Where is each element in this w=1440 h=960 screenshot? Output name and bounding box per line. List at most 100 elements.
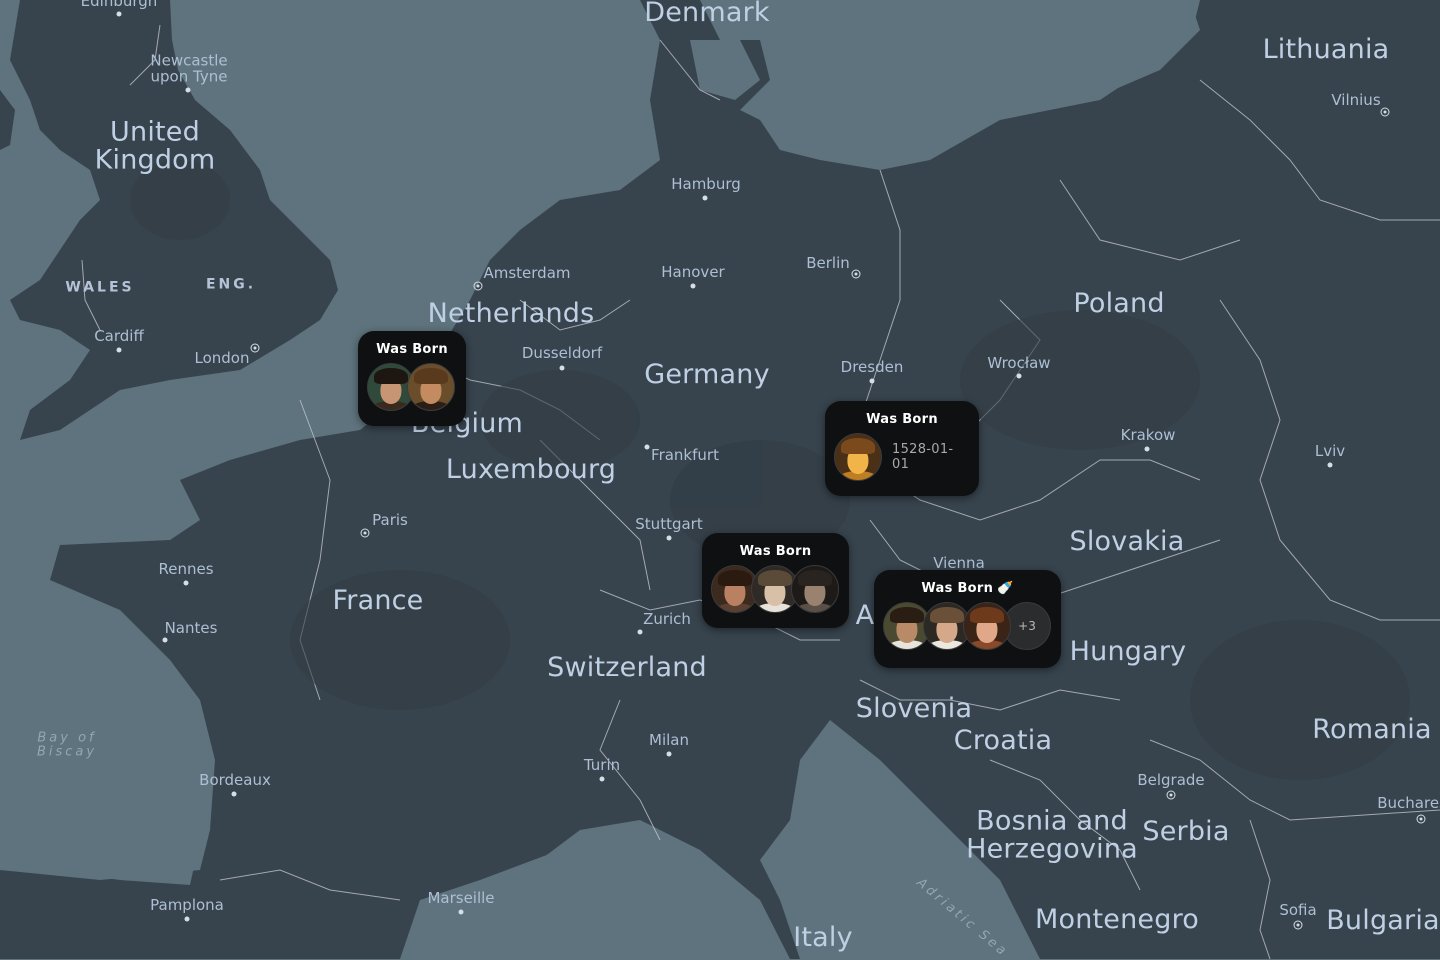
marker-title: Was Born 🍼	[883, 580, 1052, 600]
marker-card-bavaria[interactable]: Was Born	[702, 533, 849, 628]
city-dot-icon-hamburg	[702, 195, 708, 201]
city-label-belgrade: Belgrade	[1137, 771, 1205, 790]
portrait-hair	[414, 367, 448, 385]
marker-title: Was Born	[866, 412, 938, 427]
city-label-krakow: Krakow	[1120, 426, 1176, 445]
city-label-lviv: Lviv	[1314, 442, 1346, 461]
city-dot-icon-newcastle-upon-tyne	[185, 87, 191, 93]
portrait-avatar[interactable]	[791, 565, 839, 613]
capital-marker-icon-sofia	[1293, 920, 1303, 930]
city-label-dusseldorf: Dusseldorf	[521, 344, 603, 363]
portrait-avatar[interactable]	[834, 433, 882, 481]
country-label-austria-partial: A	[855, 599, 875, 631]
city-label-nantes: Nantes	[164, 619, 218, 638]
country-label-luxembourg: Luxembourg	[445, 453, 617, 485]
capital-marker-icon-amsterdam	[473, 281, 483, 291]
city-dot-icon-frankfurt	[644, 444, 650, 450]
capital-marker-icon-vilnius	[1380, 107, 1390, 117]
country-label-montenegro: Montenegro	[1034, 903, 1200, 935]
capital-marker-icon-london	[250, 343, 260, 353]
city-label-dresden: Dresden	[840, 358, 904, 377]
country-label-france: France	[332, 584, 424, 616]
region-label-eng: ENG.	[205, 276, 257, 293]
marker-title: Was Born	[376, 342, 448, 357]
country-label-united-kingdom: United Kingdom	[94, 116, 216, 176]
city-label-london: London	[194, 349, 250, 368]
city-dot-icon-dusseldorf	[559, 365, 565, 371]
city-label-vilnius: Vilnius	[1331, 91, 1381, 110]
city-label-hanover: Hanover	[661, 263, 725, 282]
country-label-slovakia: Slovakia	[1069, 525, 1185, 557]
city-label-cardiff: Cardiff	[94, 327, 144, 346]
capital-marker-icon-paris	[360, 528, 370, 538]
portrait-hair	[890, 606, 924, 624]
city-label-sofia: Sofia	[1279, 901, 1317, 920]
country-label-croatia: Croatia	[953, 724, 1053, 756]
country-label-poland: Poland	[1073, 287, 1165, 319]
city-label-rennes: Rennes	[158, 560, 214, 579]
country-label-serbia: Serbia	[1142, 815, 1230, 847]
country-label-italy: Italy	[793, 921, 853, 953]
city-dot-icon-wroc-aw	[1016, 373, 1022, 379]
country-label-switzerland: Switzerland	[547, 651, 707, 683]
city-dot-icon-milan	[666, 751, 672, 757]
city-label-pamplona: Pamplona	[150, 896, 224, 915]
city-label-turin: Turin	[583, 756, 621, 775]
city-dot-icon-marseille	[458, 909, 464, 915]
city-label-berlin: Berlin	[806, 254, 850, 273]
country-label-bosnia-and-herzegovina: Bosnia and Herzegovina	[966, 805, 1138, 865]
city-dot-icon-nantes	[162, 637, 168, 643]
city-label-paris: Paris	[372, 511, 408, 530]
country-label-hungary: Hungary	[1069, 635, 1187, 667]
city-dot-icon-turin	[599, 776, 605, 782]
sea-label-bay-of-biscay: Bay of Biscay	[36, 730, 98, 759]
portrait-hair	[374, 367, 408, 385]
birth-date: 1528-01-01	[892, 442, 954, 472]
city-dot-icon-dresden	[869, 378, 875, 384]
city-label-newcastle-upon-tyne: Newcastle upon Tyne	[150, 51, 228, 85]
city-label-frankfurt: Frankfurt	[651, 446, 719, 465]
baby-bottle-icon: 🍼	[997, 581, 1014, 596]
country-label-netherlands: Netherlands	[427, 297, 595, 329]
city-dot-icon-bordeaux	[231, 791, 237, 797]
capital-marker-icon-bucharest	[1416, 814, 1426, 824]
country-label-romania: Romania	[1312, 713, 1432, 745]
city-label-amsterdam: Amsterdam	[483, 264, 571, 283]
city-label-edinburgh: Edinburgh	[80, 0, 158, 11]
avatar-group	[367, 363, 457, 411]
city-dot-icon-hanover	[690, 283, 696, 289]
city-label-wroc-aw: Wrocław	[987, 354, 1051, 373]
city-label-marseille: Marseille	[427, 889, 495, 908]
marker-title-text: Was Born	[921, 581, 994, 596]
country-label-slovenia: Slovenia	[855, 692, 973, 724]
city-label-zurich: Zurich	[643, 610, 691, 629]
city-dot-icon-pamplona	[184, 916, 190, 922]
city-dot-icon-rennes	[183, 580, 189, 586]
avatar-group	[711, 565, 840, 613]
region-label-wales: WALES	[65, 279, 135, 296]
portrait-hair	[841, 437, 875, 455]
portrait-avatar[interactable]	[407, 363, 455, 411]
capital-marker-icon-berlin	[851, 269, 861, 279]
portrait-hair	[930, 606, 964, 624]
city-dot-icon-edinburgh	[116, 11, 122, 17]
city-dot-icon-stuttgart	[666, 535, 672, 541]
marker-card-prague[interactable]: Was Born 1528-01-01	[825, 401, 979, 496]
city-label-bucharest: Bucharest	[1377, 794, 1440, 813]
portrait-avatar[interactable]	[963, 602, 1011, 650]
city-dot-icon-zurich	[637, 629, 643, 635]
marker-card-belgium[interactable]: Was Born	[358, 331, 466, 426]
city-label-hamburg: Hamburg	[671, 175, 741, 194]
marker-card-austria[interactable]: Was Born 🍼 +3	[874, 570, 1061, 668]
city-label-bordeaux: Bordeaux	[199, 771, 271, 790]
city-dot-icon-lviv	[1327, 462, 1333, 468]
capital-marker-icon-belgrade	[1166, 790, 1176, 800]
avatar-group: 1528-01-01	[834, 433, 970, 481]
avatar-group: +3	[883, 602, 1052, 650]
portrait-hair	[758, 569, 792, 587]
portrait-hair	[798, 569, 832, 587]
country-label-bulgaria: Bulgaria	[1326, 904, 1440, 936]
city-dot-icon-cardiff	[116, 347, 122, 353]
city-dot-icon-krakow	[1144, 446, 1150, 452]
portrait-hair	[718, 569, 752, 587]
